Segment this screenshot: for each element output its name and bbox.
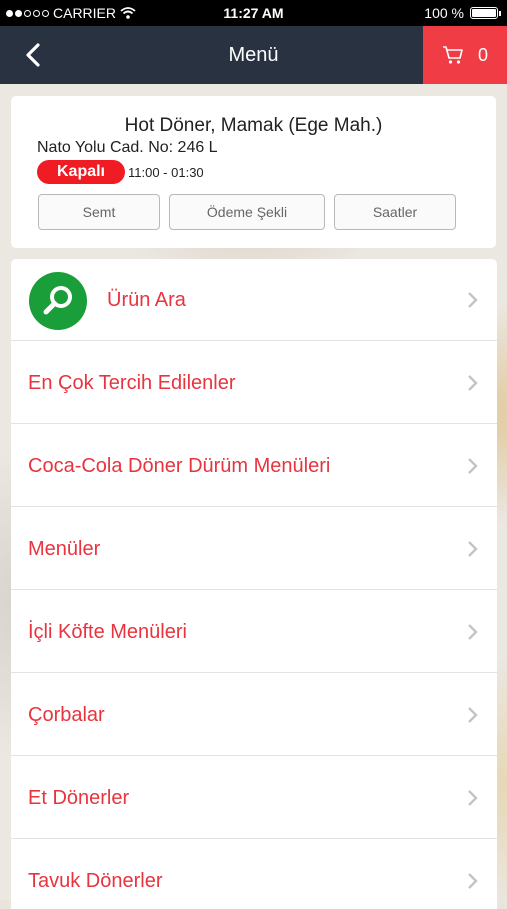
chevron-right-icon [468, 541, 478, 557]
search-products-label: Ürün Ara [107, 289, 186, 311]
menu-item-label: En Çok Tercih Edilenler [28, 372, 236, 394]
menu-item[interactable]: Coca-Cola Döner Dürüm Menüleri [11, 425, 497, 507]
cart-count: 0 [477, 44, 488, 65]
menu-item-label: Tavuk Dönerler [28, 870, 163, 892]
chevron-right-icon [468, 375, 478, 391]
restaurant-address: Nato Yolu Cad. No: 246 L [37, 139, 218, 156]
menu-item-label: Menüler [28, 538, 101, 560]
chevron-right-icon [468, 790, 478, 806]
cart-button[interactable]: 0 [423, 26, 507, 84]
menu-item[interactable]: Menüler [11, 508, 497, 590]
menu-item[interactable]: Çorbalar [11, 674, 497, 756]
navigation-bar: Menü 0 [0, 26, 507, 84]
menu-item-label: Coca-Cola Döner Dürüm Menüleri [28, 455, 331, 477]
menu-list: Ürün Ara En Çok Tercih Edilenler Coca-Co… [11, 259, 497, 909]
opening-hours: 11:00 - 01:30 [128, 165, 204, 180]
payment-method-button[interactable]: Ödeme Şekli [169, 194, 325, 230]
status-bar: CARRIER 11:27 AM 100 % [0, 0, 507, 26]
battery-percent: 100 % [424, 5, 464, 21]
district-button[interactable]: Semt [38, 194, 160, 230]
chevron-right-icon [468, 624, 478, 640]
chevron-right-icon [468, 873, 478, 889]
menu-item[interactable]: Tavuk Dönerler [11, 840, 497, 909]
restaurant-name: Hot Döner, Mamak (Ege Mah.) [124, 115, 383, 136]
menu-item-label: Et Dönerler [28, 787, 130, 809]
chevron-right-icon [468, 707, 478, 723]
menu-item[interactable]: Et Dönerler [11, 757, 497, 839]
chevron-right-icon [468, 458, 478, 474]
status-badge: Kapalı [37, 160, 125, 184]
battery-icon [470, 7, 498, 19]
menu-item-label: İçli Köfte Menüleri [28, 621, 187, 643]
restaurant-info-card: Hot Döner, Mamak (Ege Mah.) Nato Yolu Ca… [11, 96, 496, 248]
menu-item-label: Çorbalar [28, 704, 105, 726]
search-products-row[interactable]: Ürün Ara [11, 259, 497, 341]
hours-button[interactable]: Saatler [334, 194, 456, 230]
menu-item[interactable]: İçli Köfte Menüleri [11, 591, 497, 673]
menu-item[interactable]: En Çok Tercih Edilenler [11, 342, 497, 424]
cart-icon [442, 46, 463, 64]
chevron-right-icon [468, 292, 478, 308]
search-icon [29, 272, 87, 330]
